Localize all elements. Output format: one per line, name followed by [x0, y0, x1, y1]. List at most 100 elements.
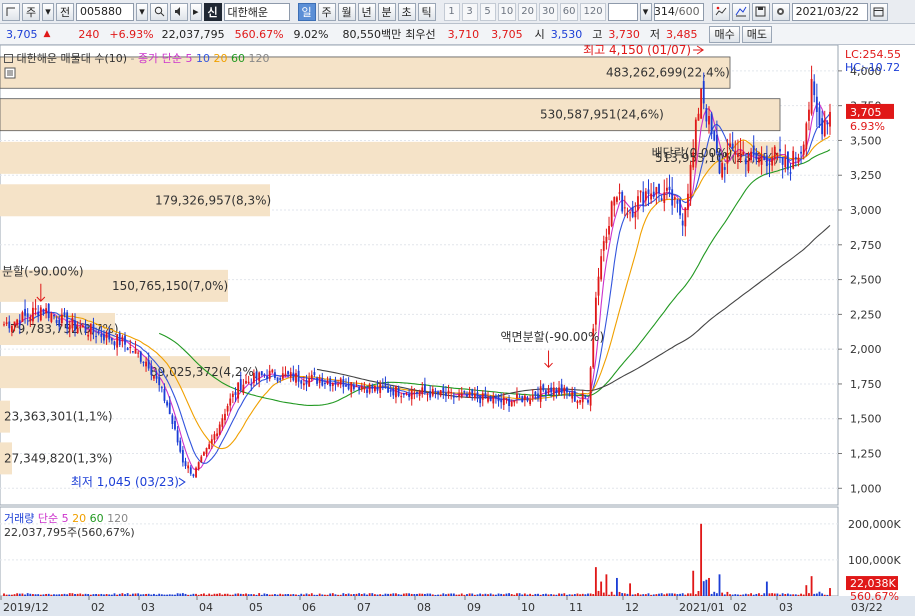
volume-bar [579, 594, 582, 596]
volume-bar [342, 593, 345, 596]
volume-bar [263, 593, 266, 596]
minute-60-button[interactable]: 60 [559, 2, 579, 21]
volume-bar [423, 593, 426, 596]
candle-body [239, 379, 242, 390]
candle-body [445, 392, 447, 397]
volume-bar [510, 594, 513, 596]
x-tick-label: 03 [779, 601, 793, 614]
volume-bar [737, 594, 739, 596]
x-tick-label: 11 [569, 601, 583, 614]
candle-body [434, 390, 437, 393]
candle-body [63, 312, 66, 316]
prev-button[interactable]: 전 [56, 2, 74, 21]
minute-3-button[interactable]: 3 [461, 2, 478, 21]
candle-body [437, 391, 439, 395]
volume-bar [445, 594, 447, 596]
speaker-icon[interactable] [170, 2, 188, 21]
code-dropdown-icon[interactable]: ▾ [136, 2, 148, 21]
volume-bar [734, 594, 737, 596]
minute-20-button[interactable]: 20 [518, 2, 537, 21]
candle-body [108, 331, 111, 340]
candle-body [721, 162, 724, 178]
candle-body [89, 323, 92, 335]
stock-name-field[interactable]: 대한해운 [223, 2, 290, 21]
minute-1-button[interactable]: 1 [443, 2, 460, 21]
line-tool-icon[interactable] [731, 2, 750, 21]
chart-compare-icon[interactable] [711, 2, 730, 21]
candle-body [18, 320, 21, 326]
kind-dropdown-icon[interactable]: ▾ [42, 2, 54, 21]
volume-bar [200, 593, 203, 596]
candle-body [308, 378, 311, 387]
chart-type-icon[interactable] [2, 2, 20, 21]
candle-body [500, 399, 503, 403]
period-tab-second[interactable]: 초 [397, 2, 416, 21]
price-change: 240 [78, 27, 100, 41]
period-tab-minute[interactable]: 분 [377, 2, 396, 21]
candle-body [168, 402, 171, 415]
minute-30-button[interactable]: 30 [539, 2, 558, 21]
candle-body [560, 384, 563, 394]
candle-body [42, 309, 45, 314]
volume-bar [155, 594, 158, 596]
volume-bar [29, 593, 32, 596]
volume-bar [605, 574, 608, 596]
candle-body [497, 395, 500, 402]
trade-volume: 22,037,795 [161, 27, 225, 41]
period-tab-year[interactable]: 년 [357, 2, 376, 21]
volume-bar [458, 594, 461, 596]
period-tab-week[interactable]: 주 [317, 2, 336, 21]
volume-bar [413, 593, 416, 596]
minute-5-button[interactable]: 5 [479, 2, 496, 21]
volume-bar [526, 594, 529, 596]
save-icon[interactable] [751, 2, 770, 21]
sell-button[interactable]: 매도 [741, 25, 772, 43]
y-tick-label: 2,500 [850, 274, 882, 287]
candle-body [366, 389, 368, 393]
x-tick-label: 05 [249, 601, 263, 614]
candle-body [150, 365, 153, 375]
candle-body [634, 211, 637, 218]
volume-bar [5, 594, 8, 596]
volume-bar [55, 594, 58, 596]
stock-chart[interactable]: 27,349,820(1,3%) 23,363,301(1,1%) 89,025,3… [0, 43, 915, 616]
candle-body [263, 374, 266, 376]
legend-checkbox-icon[interactable] [4, 54, 13, 63]
candle-body [668, 186, 671, 190]
candle-body [792, 150, 795, 169]
date-input[interactable]: 2021/03/22 [791, 2, 868, 21]
bar-count-input[interactable]: 314/600 [653, 2, 704, 21]
volume-bar [363, 593, 366, 596]
candle-body [226, 406, 229, 412]
volume-bar [179, 593, 182, 596]
speaker-dropdown-icon[interactable]: ▸ [190, 2, 202, 21]
custom-period-input[interactable] [607, 2, 638, 21]
volume-bar [794, 594, 797, 596]
candle-body [613, 197, 616, 206]
period-tab-tick[interactable]: 틱 [417, 2, 436, 21]
volume-bar [389, 593, 392, 596]
buy-button[interactable]: 매수 [709, 25, 740, 43]
period-tab-month[interactable]: 월 [337, 2, 356, 21]
high-label: 고 [592, 28, 603, 41]
volume-bar [616, 577, 618, 596]
stock-code-input[interactable]: 005880 [76, 2, 134, 21]
candle-body [705, 108, 708, 122]
calendar-icon[interactable] [869, 2, 888, 21]
candle-body [597, 276, 600, 296]
settings-icon[interactable] [771, 2, 790, 21]
volume-bar [668, 593, 671, 596]
indicator-toggle-icon[interactable] [4, 67, 16, 82]
candle-body [74, 320, 76, 331]
search-icon[interactable] [150, 2, 168, 21]
volume-profile-label: 89,025,372(4,2%) [150, 365, 259, 379]
custom-period-dropdown-icon[interactable]: ▾ [639, 2, 652, 21]
volume-bar [573, 594, 576, 596]
volume-bar [634, 594, 637, 596]
minute-10-button[interactable]: 10 [497, 2, 517, 21]
kind-select[interactable]: 주 [22, 2, 40, 21]
minute-120-button[interactable]: 120 [580, 2, 606, 21]
period-tab-day[interactable]: 일 [297, 2, 316, 21]
candle-body [452, 395, 455, 398]
volume-bar [329, 593, 332, 596]
